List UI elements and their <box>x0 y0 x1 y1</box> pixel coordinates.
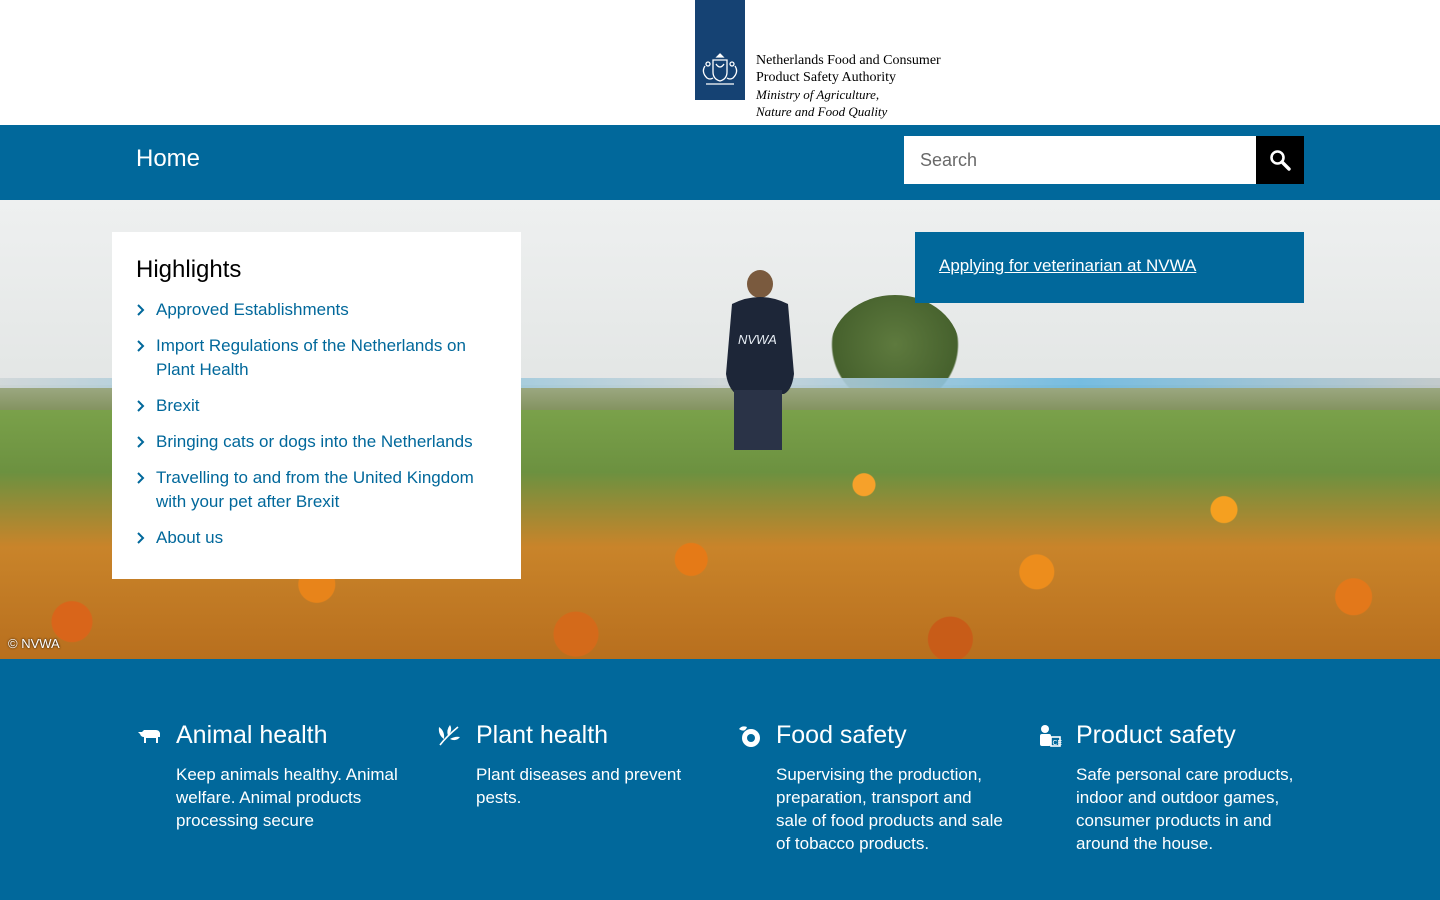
highlights-title: Highlights <box>136 256 242 283</box>
ministry-line1: Ministry of Agriculture, <box>756 87 880 102</box>
jacket-text: NVWA <box>738 332 777 347</box>
product-icon: CE <box>1040 725 1063 747</box>
highlights-panel: Highlights Approved Establishments Impor… <box>112 232 521 579</box>
theme-description: Safe personal care products, indoor and … <box>1076 765 1294 853</box>
search-input[interactable] <box>904 136 1256 184</box>
highlight-item: Brexit <box>136 394 497 418</box>
theme-title: Food safety <box>776 721 907 749</box>
chevron-right-icon <box>137 400 145 412</box>
coat-of-arms-icon <box>702 53 738 85</box>
hero-inspector-figure: NVWA <box>726 270 794 450</box>
promo-link-veterinarian[interactable]: Applying for veterinarian at NVWA <box>939 256 1196 275</box>
cow-icon <box>138 730 160 743</box>
image-credit: © NVWA <box>8 636 60 651</box>
nav-home-link[interactable]: Home <box>136 145 200 173</box>
plant-icon <box>438 725 460 746</box>
chevron-right-icon <box>137 304 145 316</box>
theme-description: Supervising the production, preparation,… <box>776 765 1003 853</box>
highlight-item: Import Regulations of the Netherlands on… <box>136 334 497 382</box>
org-name-line1: Netherlands Food and Consumer <box>756 53 941 68</box>
org-name-line2: Product Safety Authority <box>756 70 896 85</box>
main-navbar: Home <box>0 125 1440 200</box>
logo-wordmark: Netherlands Food and Consumer Product Sa… <box>756 52 941 120</box>
highlight-link-travelling-uk[interactable]: Travelling to and from the United Kingdo… <box>156 468 474 511</box>
highlight-link-cats-dogs[interactable]: Bringing cats or dogs into the Netherlan… <box>156 432 473 451</box>
highlight-item: Approved Establishments <box>136 298 497 322</box>
logo-emblem <box>695 0 745 100</box>
highlight-link-import-regulations[interactable]: Import Regulations of the Netherlands on… <box>156 336 466 379</box>
highlight-link-approved-establishments[interactable]: Approved Establishments <box>156 300 349 319</box>
food-icon <box>739 726 760 747</box>
theme-description: Plant diseases and prevent pests. <box>476 765 682 807</box>
highlights-list: Approved Establishments Import Regulatio… <box>136 298 497 550</box>
chevron-right-icon <box>137 340 145 352</box>
site-header: Netherlands Food and Consumer Product Sa… <box>0 0 1440 125</box>
theme-title: Plant health <box>476 721 609 749</box>
highlight-item: Travelling to and from the United Kingdo… <box>136 466 497 514</box>
chevron-right-icon <box>137 532 145 544</box>
theme-title: Product safety <box>1076 721 1236 749</box>
svg-text:CE: CE <box>1053 740 1063 747</box>
highlight-link-brexit[interactable]: Brexit <box>156 396 199 415</box>
chevron-right-icon <box>137 436 145 448</box>
theme-description: Keep animals healthy. Animal welfare. An… <box>176 765 398 830</box>
hero-banner: NVWA Highlights Approved Establishments … <box>0 200 1440 659</box>
search-button[interactable] <box>1256 136 1304 184</box>
ministry-line2: Nature and Food Quality <box>756 104 888 119</box>
theme-title: Animal health <box>176 721 328 749</box>
search-icon <box>1270 150 1291 171</box>
chevron-right-icon <box>137 472 145 484</box>
highlight-item: About us <box>136 526 497 550</box>
highlight-item: Bringing cats or dogs into the Netherlan… <box>136 430 497 454</box>
themes-section: Animal health Keep animals healthy. Anim… <box>0 659 1440 900</box>
highlight-link-about-us[interactable]: About us <box>156 528 223 547</box>
promo-box: Applying for veterinarian at NVWA <box>915 232 1304 303</box>
